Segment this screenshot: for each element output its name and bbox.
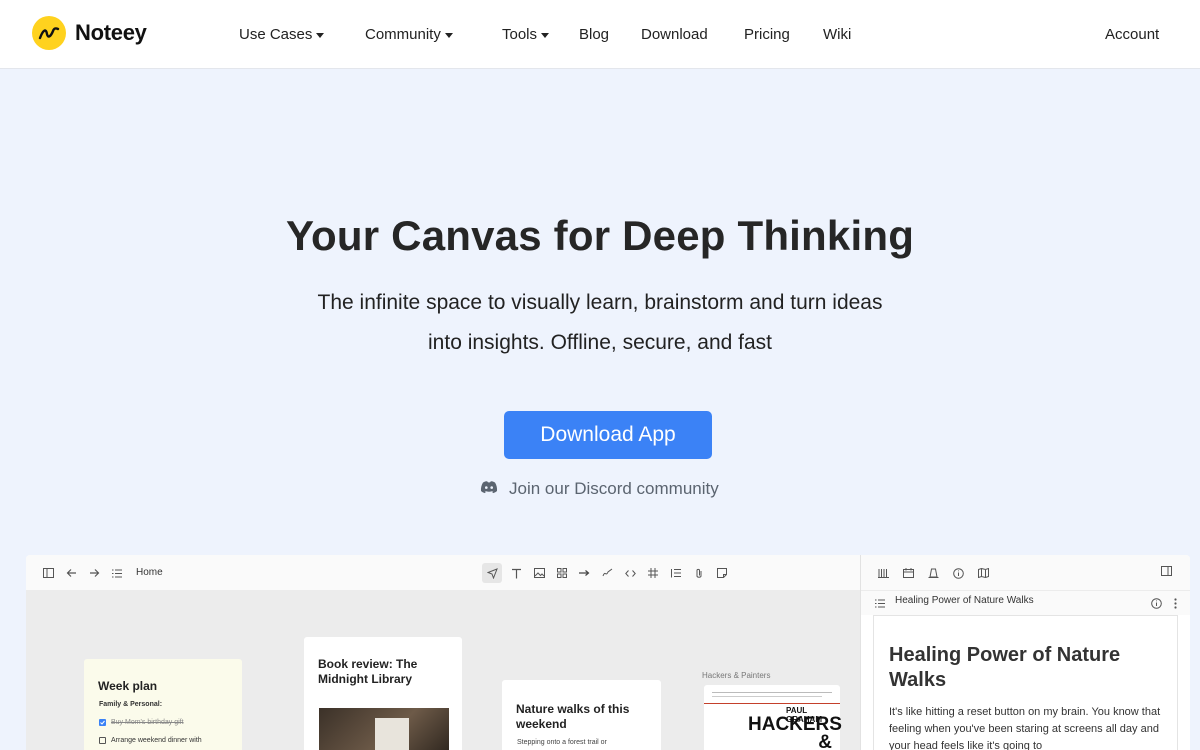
- task-item: Arrange weekend dinner with: [99, 737, 202, 744]
- nav-blog[interactable]: Blog: [579, 0, 609, 69]
- text-tool-icon[interactable]: [509, 566, 523, 580]
- bookshelf-icon[interactable]: [926, 566, 940, 580]
- document-editor[interactable]: Healing Power of Nature Walks It's like …: [873, 615, 1178, 750]
- nav-download[interactable]: Download: [641, 0, 708, 69]
- hero-subtitle-line1: The infinite space to visually learn, br…: [317, 291, 883, 314]
- task-label: Arrange weekend dinner with: [111, 737, 202, 744]
- outline-list-icon[interactable]: [873, 596, 887, 610]
- task-label: Buy Mom's birthday gift: [111, 719, 184, 726]
- arrow-tool-icon[interactable]: [577, 566, 591, 580]
- discord-icon: [480, 479, 498, 499]
- site-header: Noteey Use Cases Community Tools Blog Do…: [0, 0, 1200, 69]
- nav-pricing[interactable]: Pricing: [744, 0, 790, 69]
- week-plan-section: Family & Personal:: [99, 701, 163, 708]
- image-tool-icon[interactable]: [532, 566, 546, 580]
- calendar-icon[interactable]: [901, 566, 915, 580]
- book-review-title: Book review: The Midnight Library: [318, 657, 418, 686]
- download-app-button[interactable]: Download App: [504, 411, 712, 459]
- cover-quote-line: [712, 696, 822, 697]
- brand-logo[interactable]: Noteey: [32, 16, 147, 50]
- map-icon[interactable]: [976, 566, 990, 580]
- discord-link-label: Join our Discord community: [509, 479, 719, 498]
- nature-walks-excerpt: Stepping onto a forest trail or: [517, 739, 607, 746]
- cover-rule: [704, 703, 840, 704]
- nav-use-cases-label: Use Cases: [239, 26, 313, 43]
- breadcrumb-home[interactable]: Home: [136, 567, 163, 578]
- document-title: Healing Power of Nature Walks: [889, 644, 1121, 691]
- library-icon[interactable]: [876, 566, 890, 580]
- nature-walks-card[interactable]: Nature walks of this weekend Stepping on…: [502, 680, 661, 750]
- week-plan-card[interactable]: Week plan Family & Personal: Buy Mom's b…: [84, 659, 242, 750]
- hero-title: Your Canvas for Deep Thinking: [285, 212, 915, 259]
- frame-tool-icon[interactable]: [646, 566, 660, 580]
- nav-community-label: Community: [365, 26, 441, 43]
- week-plan-title: Week plan: [98, 679, 158, 693]
- canvas-area[interactable]: Week plan Family & Personal: Buy Mom's b…: [26, 591, 860, 750]
- hero-subtitle-line2: into insights. Offline, secure, and fast: [428, 331, 772, 354]
- list-icon[interactable]: [110, 566, 124, 580]
- cover-quote-line: [712, 692, 832, 693]
- book-review-card[interactable]: Book review: The Midnight Library: [304, 637, 462, 750]
- app-preview: Home Week plan Family & Personal: Buy Mo…: [26, 555, 1190, 750]
- side-panel-header: Healing Power of Nature Walks: [861, 591, 1190, 615]
- sticky-note-icon[interactable]: [715, 566, 729, 580]
- nav-community[interactable]: Community: [365, 0, 453, 69]
- sidebar-toggle-icon[interactable]: [41, 566, 55, 580]
- chevron-down-icon: [444, 32, 453, 38]
- side-panel-title: Healing Power of Nature Walks: [895, 595, 1034, 606]
- hackers-painters-label: Hackers & Painters: [702, 671, 771, 680]
- select-tool-icon[interactable]: [482, 563, 502, 583]
- side-panel-toolbar: [861, 555, 1190, 591]
- chevron-down-icon: [541, 32, 550, 38]
- checkbox-unchecked[interactable]: [99, 737, 106, 744]
- canvas-toolbar: Home: [26, 555, 860, 591]
- back-arrow-icon[interactable]: [64, 566, 78, 580]
- nav-account[interactable]: Account: [1105, 0, 1159, 69]
- task-item: Buy Mom's birthday gift: [99, 719, 184, 726]
- panel-toggle-icon[interactable]: [1159, 564, 1173, 578]
- document-body: It's like hitting a reset button on my b…: [889, 706, 1161, 750]
- more-options-icon[interactable]: [1168, 596, 1182, 610]
- code-tool-icon[interactable]: [623, 566, 637, 580]
- nav-wiki[interactable]: Wiki: [823, 0, 851, 69]
- nav-tools[interactable]: Tools: [502, 0, 550, 69]
- book-cover-image: [375, 718, 409, 750]
- book-review-image: [319, 708, 449, 750]
- book-cover-title: HACKERS & PAINTERS: [748, 714, 842, 750]
- discord-community-link[interactable]: Join our Discord community: [480, 479, 719, 499]
- noteey-logo-icon: [32, 16, 66, 50]
- brand-name: Noteey: [75, 20, 147, 45]
- pen-tool-icon[interactable]: [600, 566, 614, 580]
- chevron-down-icon: [316, 32, 325, 38]
- grid-tool-icon[interactable]: [555, 566, 569, 580]
- attachment-icon[interactable]: [692, 566, 706, 580]
- nav-use-cases[interactable]: Use Cases: [239, 0, 325, 69]
- nature-walks-title: Nature walks of this weekend: [516, 702, 630, 731]
- outline-tool-icon[interactable]: [669, 566, 683, 580]
- info-icon[interactable]: [951, 566, 965, 580]
- checkbox-checked[interactable]: [99, 719, 106, 726]
- nav-tools-label: Tools: [502, 26, 538, 43]
- info-icon[interactable]: [1149, 596, 1163, 610]
- forward-arrow-icon[interactable]: [87, 566, 101, 580]
- hackers-painters-book-card[interactable]: PAUL GRAHAM HACKERS & PAINTERS: [704, 685, 842, 750]
